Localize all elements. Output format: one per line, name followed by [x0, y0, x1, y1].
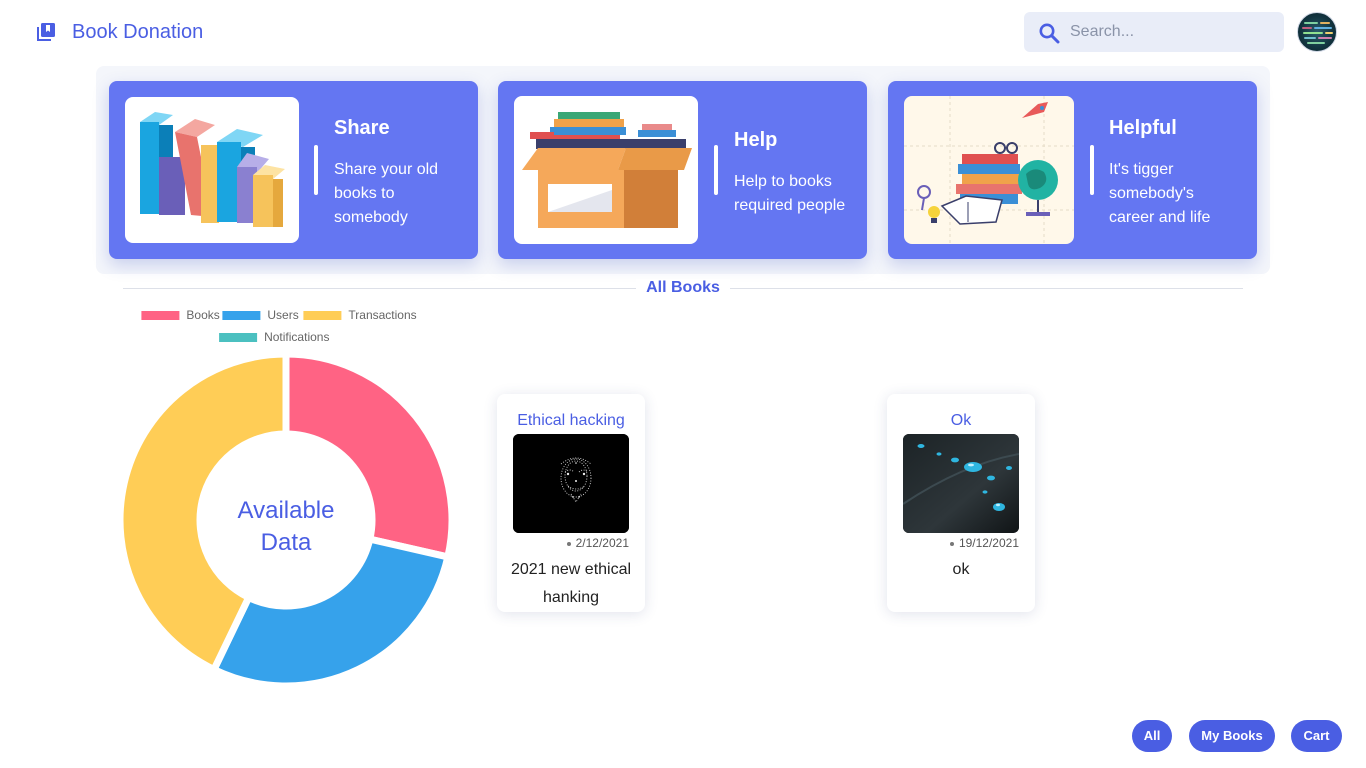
card-divider [314, 145, 318, 195]
section-divider-right [730, 288, 1243, 289]
card-divider [714, 145, 718, 195]
water-drops-image [903, 434, 1019, 533]
doughnut-chart: Books Users Transactions Notifications Avail… [116, 308, 456, 690]
search-box[interactable] [1024, 12, 1284, 52]
anonymous-mask-image [513, 434, 629, 533]
legend-label: Users [267, 308, 298, 322]
my-books-button[interactable]: My Books [1189, 720, 1275, 752]
book-title[interactable]: Ethical hacking [505, 412, 637, 430]
feature-card-share[interactable]: Share Share your old books to somebody [109, 81, 478, 259]
search-input[interactable] [1070, 12, 1270, 52]
legend-swatch [141, 311, 180, 320]
search-icon [1039, 23, 1060, 44]
legend-item[interactable]: Transactions [303, 308, 417, 322]
books-globe-illustration [904, 96, 1074, 244]
library-books-icon [37, 23, 55, 41]
card-title: Share [334, 117, 390, 139]
legend-swatch [303, 311, 342, 320]
card-description: Help to books required people [734, 173, 846, 214]
book-date: 19/12/2021 [949, 536, 1019, 550]
legend-label: Books [186, 308, 219, 322]
chart-segment-users[interactable] [210, 535, 452, 690]
top-bar: Book Donation [0, 0, 1366, 64]
book-description: ok [952, 561, 970, 578]
feature-card-help[interactable]: Help Help to books required people [498, 81, 867, 259]
cart-button[interactable]: Cart [1291, 720, 1342, 752]
book-date: 2/12/2021 [566, 536, 629, 550]
chart-center-label: Data [261, 529, 312, 556]
card-divider [1090, 145, 1094, 195]
legend-item[interactable]: Notifications [219, 330, 329, 344]
card-description: Share your old books to somebody [334, 161, 439, 226]
card-title: Helpful [1109, 117, 1177, 139]
legend-swatch [222, 311, 261, 320]
book-card[interactable]: Ethical hacking 2/12/2021 2021 new ethic… [497, 394, 645, 612]
book-card[interactable]: Ok 19/12/2021 ok [887, 394, 1035, 612]
all-button[interactable]: All [1132, 720, 1172, 752]
feature-card-helpful[interactable]: Helpful It's tigger somebody's career an… [888, 81, 1257, 259]
legend-item[interactable]: Books [141, 308, 220, 322]
avatar[interactable] [1297, 12, 1337, 52]
legend-swatch [219, 333, 258, 342]
legend-label: Transactions [348, 308, 416, 322]
legend-item[interactable]: Users [222, 308, 299, 322]
chart-segment-books[interactable] [282, 350, 456, 561]
section-divider-left [123, 288, 636, 289]
section-title: All Books [636, 279, 730, 297]
card-description: It's tigger somebody's career and life [1109, 161, 1211, 226]
chart-center-label: Available [238, 497, 335, 524]
book-title[interactable]: Ok [895, 412, 1027, 430]
book-description: 2021 new ethical hanking [510, 561, 632, 606]
legend-label: Notifications [264, 330, 329, 344]
colorful-books-illustration [125, 97, 299, 243]
box-of-books-illustration [514, 96, 698, 244]
card-title: Help [734, 129, 778, 151]
app-title[interactable]: Book Donation [72, 21, 203, 44]
